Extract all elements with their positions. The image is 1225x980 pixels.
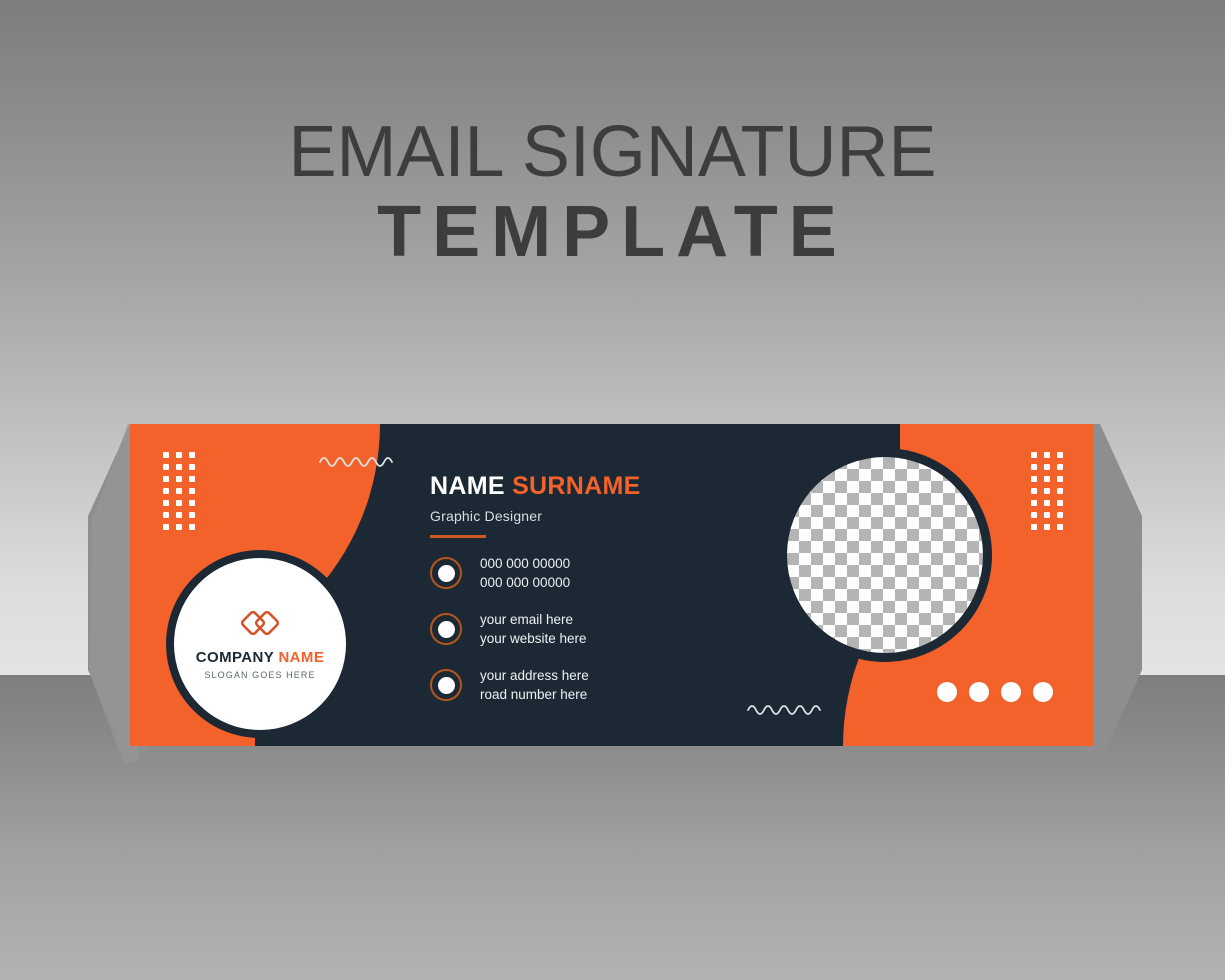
phone-icon: [430, 557, 462, 589]
person-role: Graphic Designer: [430, 508, 543, 524]
title-line-email-signature: EMAIL SIGNATURE: [288, 112, 937, 192]
person-name: NAME SURNAME: [430, 472, 760, 501]
contact-phone-line2: 000 000 00000: [480, 575, 571, 590]
profile-photo-checkerboard: [778, 448, 992, 662]
company-name-accent: NAME: [278, 649, 325, 666]
contact-email-line2: your website here: [480, 631, 587, 646]
contact-phone-line1: 000 000 00000: [480, 556, 571, 571]
contact-email-line1: your email here: [480, 612, 574, 627]
dot-grid-left-icon: [163, 452, 195, 530]
contact-address-line2: road number here: [480, 687, 588, 702]
squiggle-bottom-icon: [746, 700, 824, 721]
location-icon: [430, 669, 462, 701]
person-last-name: SURNAME: [512, 472, 641, 500]
company-name-text: COMPANY NAME: [196, 649, 324, 666]
profile-photo-placeholder[interactable]: [778, 448, 992, 662]
contact-list: 000 000 00000 000 000 00000 your email h…: [430, 554, 589, 722]
squiggle-top-icon: [318, 452, 396, 473]
contact-address-text: your address here road number here: [480, 666, 589, 704]
role-underline-rule: [430, 535, 486, 538]
contact-address-line1: your address here: [480, 668, 589, 683]
white-dots-decoration: [937, 682, 1053, 702]
contact-row-phone[interactable]: 000 000 00000 000 000 00000: [430, 554, 589, 592]
contact-phone-text: 000 000 00000 000 000 00000: [480, 554, 570, 592]
dot-grid-right-icon: [1031, 452, 1063, 530]
email-icon: [430, 613, 462, 645]
company-logo-badge[interactable]: COMPANY NAME SLOGAN GOES HERE: [166, 550, 354, 738]
email-signature-card: COMPANY NAME SLOGAN GOES HERE NAME SURNA…: [130, 424, 1093, 746]
diamonds-logo-icon: [239, 608, 281, 643]
page-title: EMAIL SIGNATURE TEMPLATE: [0, 116, 1225, 268]
company-slogan: SLOGAN GOES HERE: [204, 670, 316, 680]
contact-email-text: your email here your website here: [480, 610, 587, 648]
company-name-primary: COMPANY: [195, 649, 274, 666]
contact-row-email[interactable]: your email here your website here: [430, 610, 589, 648]
title-line-template: TEMPLATE: [377, 192, 848, 272]
person-info: NAME SURNAME Graphic Designer: [430, 472, 760, 538]
contact-row-address[interactable]: your address here road number here: [430, 666, 589, 704]
company-logo-circle: COMPANY NAME SLOGAN GOES HERE: [166, 550, 354, 738]
person-first-name: NAME: [430, 472, 505, 500]
